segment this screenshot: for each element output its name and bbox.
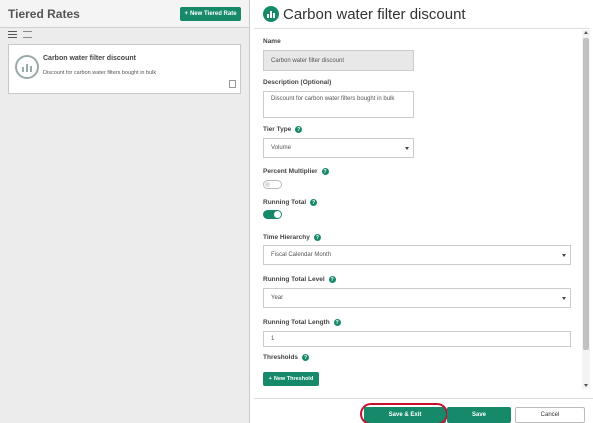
scroll-up-icon[interactable] [584,31,588,34]
help-icon[interactable]: ? [302,354,310,361]
name-input[interactable]: Carbon water filter discount [263,50,414,71]
help-icon[interactable]: ? [295,126,303,133]
left-panel-header: Tiered Rates + New Tiered Rate [0,0,249,28]
running-total-length-input[interactable]: 1 [263,331,571,347]
tiered-rate-card[interactable]: Carbon water filter discount Discount fo… [8,44,241,94]
editor-header: Carbon water filter discount [254,0,590,29]
view-toggles [8,31,32,38]
help-icon[interactable]: ? [328,276,336,283]
running-total-toggle[interactable] [263,210,282,219]
list-view-icon[interactable] [23,31,32,38]
bar-chart-icon [15,55,39,79]
tier-type-label: Tier Type? [263,126,303,133]
new-threshold-button[interactable]: + New Threshold [263,372,319,386]
chevron-down-icon [562,297,566,300]
copy-icon[interactable] [229,80,236,88]
running-total-level-label: Running Total Level? [263,276,336,283]
form-scrollbar[interactable] [582,30,590,389]
help-icon[interactable]: ? [310,199,318,206]
help-icon[interactable]: ? [333,319,341,326]
help-icon[interactable]: ? [321,168,329,175]
running-total-label: Running Total? [263,199,318,206]
percent-multiplier-label: Percent Multiplier? [263,168,329,175]
editor-title: Carbon water filter discount [283,6,466,23]
editor-footer: Save & Exit Save Cancel [254,398,593,423]
help-icon[interactable]: ? [313,234,321,241]
rate-editor-panel: Carbon water filter discount Name Carbon… [254,0,593,423]
bar-chart-icon [263,6,279,22]
new-tiered-rate-button[interactable]: + New Tiered Rate [180,7,241,21]
percent-multiplier-toggle[interactable] [263,180,282,189]
name-label: Name [263,38,281,45]
grid-view-icon[interactable] [8,31,17,38]
description-textarea[interactable]: Discount for carbon water filters bought… [263,91,414,118]
scroll-thumb[interactable] [583,38,589,350]
time-hierarchy-label: Time Hierarchy? [263,234,321,241]
plus-icon: + [184,11,188,17]
new-tiered-rate-label: New Tiered Rate [189,11,237,17]
toggle-knob [274,211,281,218]
chevron-down-icon [562,254,566,257]
new-threshold-label: New Threshold [273,376,314,382]
plus-icon: + [268,376,272,382]
toggle-knob [265,182,270,187]
save-button[interactable]: Save [447,407,511,423]
running-total-length-label: Running Total Length? [263,319,341,326]
card-description: Discount for carbon water filters bought… [43,70,157,76]
scroll-down-icon[interactable] [584,384,588,387]
tier-type-select[interactable]: Volume [263,138,414,158]
cancel-button[interactable]: Cancel [515,407,585,423]
tiered-rates-panel: Tiered Rates + New Tiered Rate Carbon wa… [0,0,250,423]
save-and-exit-button[interactable]: Save & Exit [364,407,446,423]
editor-form: Name Carbon water filter discount Descri… [254,30,583,397]
panel-title: Tiered Rates [8,7,80,21]
time-hierarchy-select[interactable]: Fiscal Calendar Month [263,245,571,265]
description-label: Description (Optional) [263,79,332,86]
chevron-down-icon [405,147,409,150]
card-title: Carbon water filter discount [43,55,136,62]
thresholds-label: Thresholds? [263,354,310,361]
running-total-level-select[interactable]: Year [263,288,571,308]
